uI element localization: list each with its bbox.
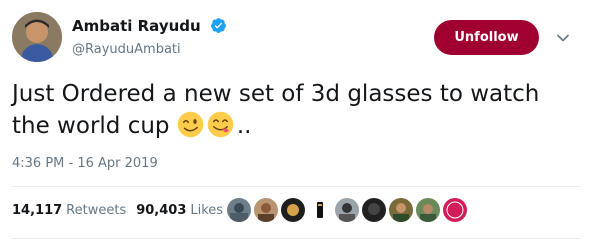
author-handle[interactable]: @RayuduAmbati [72, 42, 227, 57]
tweet-text: Just Ordered a new set of 3d glasses to … [12, 78, 582, 142]
liker-avatar[interactable] [281, 198, 305, 222]
tweet-trailing: .. [236, 113, 252, 139]
winking-face-icon [177, 111, 204, 138]
liker-avatars [227, 198, 470, 222]
likes-stat[interactable]: 90,403 Likes [136, 203, 223, 218]
tweet-timestamp[interactable]: 4:36 PM - 16 Apr 2019 [12, 156, 158, 171]
retweets-stat[interactable]: 14,117 Retweets [12, 203, 126, 218]
liker-avatar[interactable] [335, 198, 359, 222]
divider [12, 186, 580, 187]
liker-avatar[interactable] [308, 198, 332, 222]
divider [12, 238, 580, 239]
unfollow-button[interactable]: Unfollow [434, 20, 539, 55]
tweet-body: Just Ordered a new set of 3d glasses to … [12, 81, 540, 139]
retweets-count: 14,117 [12, 203, 63, 218]
verified-badge-icon [210, 18, 226, 33]
avatar[interactable] [12, 12, 62, 62]
liker-avatar[interactable] [389, 198, 413, 222]
likes-label: Likes [190, 203, 224, 218]
face-savoring-food-icon [207, 111, 234, 138]
likes-count: 90,403 [136, 203, 187, 218]
liker-avatar[interactable] [443, 198, 467, 222]
author-info: Ambati Rayudu @RayuduAmbati [72, 15, 227, 57]
liker-avatar[interactable] [362, 198, 386, 222]
liker-avatar[interactable] [227, 198, 251, 222]
author-display-name[interactable]: Ambati Rayudu [72, 17, 201, 35]
liker-avatar[interactable] [416, 198, 440, 222]
chevron-down-icon[interactable] [555, 30, 571, 46]
liker-avatar[interactable] [254, 198, 278, 222]
tweet-stats: 14,117 Retweets 90,403 Likes [12, 203, 233, 218]
retweets-label: Retweets [66, 203, 127, 218]
avatar-image [12, 12, 62, 62]
